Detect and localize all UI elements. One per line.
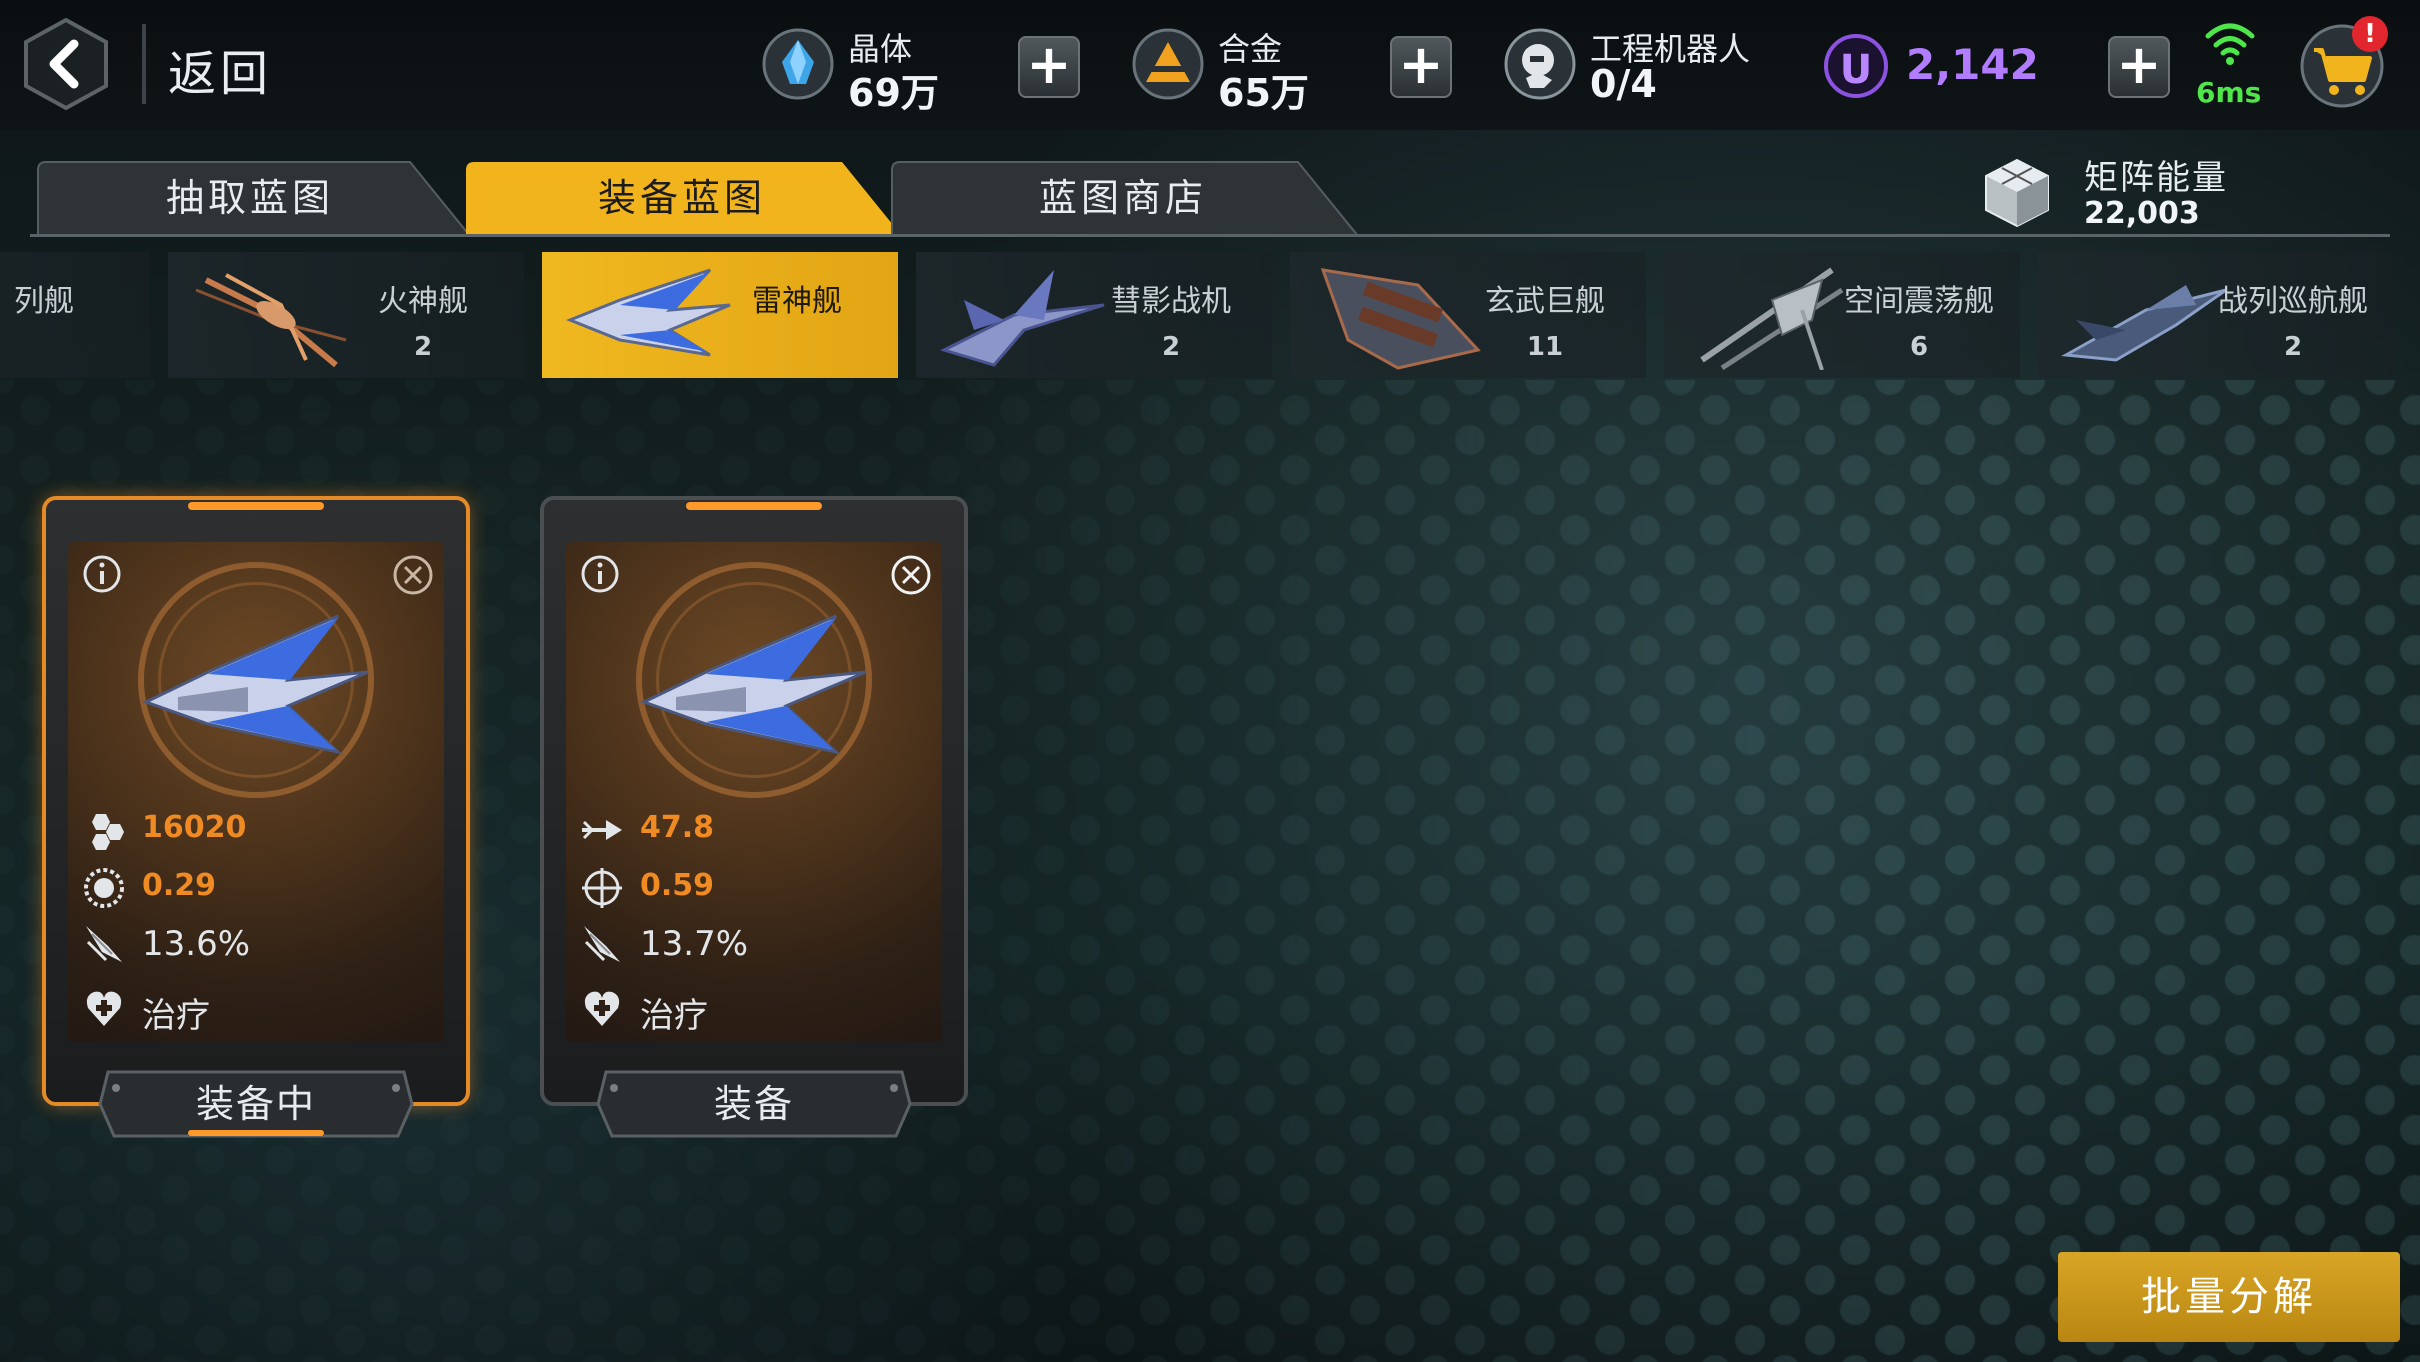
heal-icon (86, 991, 122, 1026)
top-bar: 返回 晶体 69万 + 合金 65万 + 工程机器人 0/4 U 2,142 +… (0, 0, 2420, 130)
ship-speed-icon (86, 926, 122, 962)
robot-value: 0/4 (1590, 62, 1657, 106)
equipped-status-button[interactable]: 装备中 (98, 1070, 414, 1138)
back-icon[interactable] (20, 18, 112, 110)
matrix-energy-value: 22,003 (2084, 196, 2200, 231)
blueprint-card[interactable]: 16020 0.29 13.6% 治疗 装备中 (42, 496, 470, 1146)
equip-button[interactable]: 装备 (596, 1070, 912, 1138)
ship-type-battlecruiser[interactable]: 战列巡航舰 2 (2038, 252, 2394, 378)
ping-value: 6ms (2196, 76, 2262, 109)
ship-type-name: 列舰 (14, 284, 74, 319)
ship-type-vulcan[interactable]: 火神舰 2 (168, 252, 524, 378)
card-inner: 16020 0.29 13.6% 治疗 (68, 542, 444, 1042)
back-label[interactable]: 返回 (168, 34, 272, 104)
stat-value: 13.7% (640, 924, 749, 964)
ship-type-name: 玄武巨舰 (1485, 284, 1605, 319)
ship-type-name: 火神舰 (378, 284, 468, 319)
ship-type-strip: 列舰 2 火神舰 2 雷神舰 彗影战机 2 (0, 252, 2420, 378)
ship-type-name: 空间震荡舰 (1844, 284, 1994, 319)
ship-type-name: 彗影战机 (1111, 284, 1231, 319)
tab-equip-blueprint[interactable]: 装备蓝图 (462, 160, 902, 236)
stat-value: 治疗 (640, 996, 708, 1036)
stat-value: 治疗 (142, 996, 210, 1036)
ship-speed-icon (584, 926, 620, 962)
stat-value: 0.29 (142, 868, 217, 903)
ship-type-battleship[interactable]: 列舰 2 (0, 252, 150, 378)
ship-type-comet-fighter[interactable]: 彗影战机 2 (916, 252, 1272, 378)
card-top-glow (686, 502, 822, 510)
close-icon[interactable] (392, 554, 434, 596)
crystal-value: 69万 (848, 71, 939, 115)
ship-type-count: 11 (1526, 332, 1564, 362)
stat-value: 47.8 (640, 810, 715, 845)
ship-type-thor[interactable]: 雷神舰 (542, 252, 898, 378)
premium-currency-icon: U (1824, 34, 1888, 98)
arrow-icon (582, 820, 622, 840)
add-alloy-button[interactable]: + (1390, 36, 1452, 98)
back-divider (142, 24, 146, 104)
thor-ship-image (142, 614, 369, 755)
premium-currency-value: 2,142 (1906, 40, 2039, 89)
ship-type-count: 2 (413, 332, 433, 362)
alloy-icon (1132, 28, 1204, 100)
tab-draw-blueprint[interactable]: 抽取蓝图 (30, 160, 470, 236)
matrix-cube-icon (1985, 158, 2049, 228)
stat-value: 13.6% (142, 924, 251, 964)
wifi-icon (2205, 23, 2255, 65)
close-icon[interactable] (890, 554, 932, 596)
stat-value: 0.59 (640, 868, 715, 903)
tab-underline (30, 234, 2390, 237)
info-icon[interactable] (82, 554, 122, 594)
notification-badge: ! (2352, 16, 2388, 52)
card-bottom-glow (188, 1130, 324, 1136)
card-inner: 47.8 0.59 13.7% 治疗 (566, 542, 942, 1042)
thor-ship-image (640, 614, 867, 755)
bulk-dismantle-button[interactable]: 批量分解 (2058, 1252, 2400, 1342)
ship-type-count: 6 (1909, 332, 1929, 362)
stat-value: 16020 (142, 810, 247, 845)
cells-icon (92, 814, 124, 850)
card-top-glow (188, 502, 324, 510)
add-premium-button[interactable]: + (2108, 36, 2170, 98)
ship-type-name: 战列巡航舰 (2218, 284, 2368, 319)
alloy-value: 65万 (1218, 71, 1309, 115)
tab-blueprint-shop-label: 蓝图商店 (1038, 176, 1207, 220)
blueprint-card[interactable]: 47.8 0.59 13.7% 治疗 装备 (540, 496, 968, 1146)
ship-type-count: 2 (2283, 332, 2303, 362)
ship-type-space-quake[interactable]: 空间震荡舰 6 (1664, 252, 2020, 378)
ship-type-name: 雷神舰 (752, 284, 842, 319)
action-label: 装备中 (195, 1082, 316, 1126)
crystal-icon (762, 28, 834, 100)
robot-icon (1504, 28, 1576, 100)
ship-type-count: 2 (1161, 332, 1181, 362)
ship-type-xuanwu[interactable]: 玄武巨舰 11 (1290, 252, 1646, 378)
heal-icon (584, 991, 620, 1026)
crosshair-icon (582, 868, 622, 908)
tab-blueprint-shop[interactable]: 蓝图商店 (888, 160, 1358, 236)
tab-equip-blueprint-label: 装备蓝图 (597, 176, 766, 220)
tab-draw-blueprint-label: 抽取蓝图 (165, 176, 334, 220)
add-crystal-button[interactable]: + (1018, 36, 1080, 98)
info-icon[interactable] (580, 554, 620, 594)
rate-icon (84, 868, 124, 908)
action-label: 装备 (713, 1082, 794, 1126)
matrix-energy-label: 矩阵能量 (2084, 158, 2228, 198)
ship-type-count: 2 (0, 332, 18, 362)
